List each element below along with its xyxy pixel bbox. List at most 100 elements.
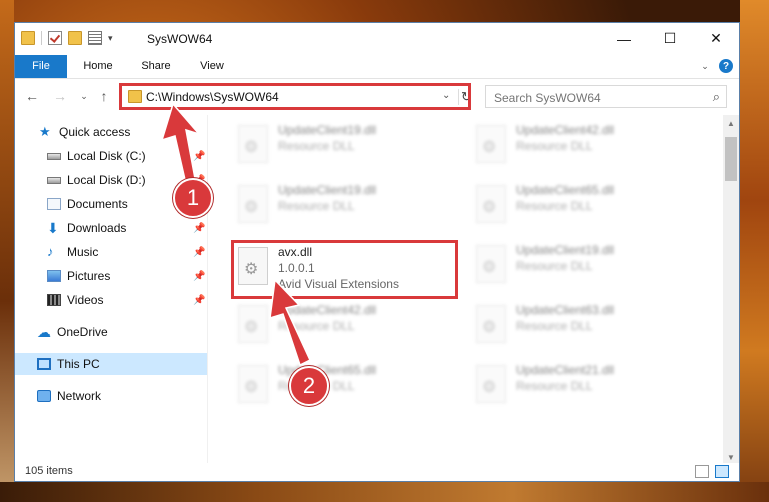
file-item[interactable]: UpdateClient42.dll Resource DLL <box>228 297 448 351</box>
sidebar-item-music[interactable]: ♪ Music 📌 <box>15 241 237 263</box>
details-view-icon[interactable] <box>695 465 709 478</box>
title-bar: ▾ SysWOW64 — ☐ ✕ <box>15 23 739 55</box>
minimize-button[interactable]: — <box>601 23 647 54</box>
large-icons-view-icon[interactable] <box>715 465 729 478</box>
file-item[interactable]: UpdateClient65.dll Resource DLL <box>228 357 448 411</box>
dll-file-icon <box>476 125 506 163</box>
videos-icon <box>47 294 61 306</box>
close-button[interactable]: ✕ <box>693 23 739 54</box>
sidebar-item-pictures[interactable]: Pictures 📌 <box>15 265 237 287</box>
tab-home[interactable]: Home <box>77 55 119 78</box>
sidebar-item-label: Network <box>57 389 102 403</box>
refresh-icon[interactable]: ↻ <box>458 89 475 105</box>
customize-toolbar-dropdown-icon[interactable]: ▾ <box>108 33 113 44</box>
properties-check-icon[interactable] <box>48 31 62 45</box>
file-item-avx-dll[interactable]: avx.dll 1.0.0.1 Avid Visual Extensions <box>228 239 448 293</box>
address-path[interactable]: C:\Windows\SysWOW64 <box>146 90 279 104</box>
network-icon <box>37 390 51 402</box>
file-name: avx.dll <box>278 245 313 259</box>
sidebar-item-label: Music <box>67 245 99 259</box>
maximize-button[interactable]: ☐ <box>647 23 693 54</box>
sidebar-item-videos[interactable]: Videos 📌 <box>15 289 237 311</box>
file-type: Resource DLL <box>516 259 593 273</box>
scrollbar-thumb[interactable] <box>725 137 737 181</box>
file-name: UpdateClient42.dll <box>278 303 377 317</box>
address-bar[interactable]: C:\Windows\SysWOW64 ⌄ ↻ <box>121 85 472 108</box>
dll-file-icon <box>238 125 268 163</box>
pin-icon[interactable]: 📌 <box>193 295 205 306</box>
dll-file-icon <box>238 305 268 343</box>
file-item[interactable]: UpdateClient65.dll Resource DLL <box>466 177 686 231</box>
ribbon-tabs: File Home Share View ⌄ ? <box>15 55 739 79</box>
folder-icon[interactable] <box>21 31 35 45</box>
sidebar-item-label: This PC <box>57 357 100 371</box>
dll-file-icon <box>238 365 268 403</box>
dll-file-icon <box>238 185 268 223</box>
sidebar-item-label: Documents <box>67 197 128 211</box>
file-explorer-window: ▾ SysWOW64 — ☐ ✕ File Home Share View ⌄ … <box>14 22 740 482</box>
view-list-icon[interactable] <box>88 31 102 45</box>
sidebar-item-local-disk-c[interactable]: Local Disk (C:) 📌 <box>15 145 237 167</box>
pin-icon[interactable]: 📌 <box>193 223 205 234</box>
pc-icon <box>37 358 51 370</box>
dll-file-icon <box>476 185 506 223</box>
onedrive-icon: ☁ <box>37 324 51 340</box>
up-arrow-icon[interactable]: ↑ <box>95 87 113 105</box>
search-icon[interactable]: ⌕ <box>713 89 720 105</box>
file-type: Resource DLL <box>516 319 593 333</box>
pin-icon[interactable]: 📌 <box>193 247 205 258</box>
file-item[interactable]: UpdateClient21.dll Resource DLL <box>466 357 686 411</box>
file-item[interactable]: UpdateClient42.dll Resource DLL <box>466 117 686 171</box>
file-type: Resource DLL <box>278 199 355 213</box>
tab-view[interactable]: View <box>191 55 233 78</box>
disk-icon <box>47 152 61 160</box>
sidebar-item-label: Videos <box>67 293 104 307</box>
quick-access-toolbar: ▾ <box>21 31 113 45</box>
pin-icon[interactable]: 📌 <box>193 271 205 282</box>
file-type: Resource DLL <box>516 199 593 213</box>
sidebar-item-label: Local Disk (D:) <box>67 173 146 187</box>
file-name: UpdateClient19.dll <box>278 123 377 137</box>
address-dropdown-icon[interactable]: ⌄ <box>442 90 450 101</box>
file-item[interactable]: UpdateClient19.dll Resource DLL <box>228 117 448 171</box>
sidebar-item-label: Downloads <box>67 221 127 235</box>
sidebar-item-this-pc[interactable]: This PC <box>15 353 227 375</box>
recent-locations-chevron-icon[interactable]: ⌄ <box>75 87 93 105</box>
sidebar-item-network[interactable]: Network <box>15 385 227 407</box>
dll-file-icon <box>238 247 268 285</box>
tab-file[interactable]: File <box>15 55 67 78</box>
tab-share[interactable]: Share <box>135 55 177 78</box>
search-input[interactable] <box>486 86 706 109</box>
file-name: UpdateClient63.dll <box>516 303 615 317</box>
sidebar-item-label: Local Disk (C:) <box>67 149 146 163</box>
file-item[interactable]: UpdateClient19.dll Resource DLL <box>228 177 448 231</box>
sidebar-item-downloads[interactable]: ⬇ Downloads 📌 <box>15 217 237 239</box>
file-name: UpdateClient42.dll <box>516 123 615 137</box>
dll-file-icon <box>476 305 506 343</box>
file-item[interactable]: UpdateClient63.dll Resource DLL <box>466 297 686 351</box>
music-icon: ♪ <box>47 244 54 259</box>
scroll-up-arrow-icon[interactable]: ▲ <box>723 115 739 131</box>
documents-icon <box>47 198 61 210</box>
back-arrow-icon[interactable]: ← <box>23 87 41 105</box>
downloads-icon: ⬇ <box>47 220 59 236</box>
sidebar-item-quick-access[interactable]: ★ Quick access <box>15 121 229 143</box>
file-item[interactable]: UpdateClient19.dll Resource DLL <box>466 237 686 291</box>
status-bar: 105 items <box>15 463 739 481</box>
desktop-background-bottom <box>0 482 769 502</box>
new-folder-icon[interactable] <box>68 31 82 45</box>
sidebar-item-onedrive[interactable]: ☁ OneDrive <box>15 321 227 343</box>
step-2-callout: 2 <box>289 366 329 406</box>
sidebar-item-label: Quick access <box>59 125 131 139</box>
forward-arrow-icon[interactable]: → <box>51 87 69 105</box>
search-box[interactable]: ⌕ <box>485 85 727 109</box>
file-name: UpdateClient19.dll <box>516 243 615 257</box>
pin-icon[interactable]: 📌 <box>193 151 205 162</box>
expand-ribbon-chevron-icon[interactable]: ⌄ <box>699 60 711 72</box>
file-list: UpdateClient19.dll Resource DLL UpdateCl… <box>208 115 722 465</box>
file-name: UpdateClient21.dll <box>516 363 615 377</box>
help-icon[interactable]: ? <box>719 59 733 73</box>
vertical-scrollbar[interactable]: ▲ ▼ <box>723 115 739 465</box>
sidebar-item-label: Pictures <box>67 269 111 283</box>
file-type: Resource DLL <box>278 319 355 333</box>
